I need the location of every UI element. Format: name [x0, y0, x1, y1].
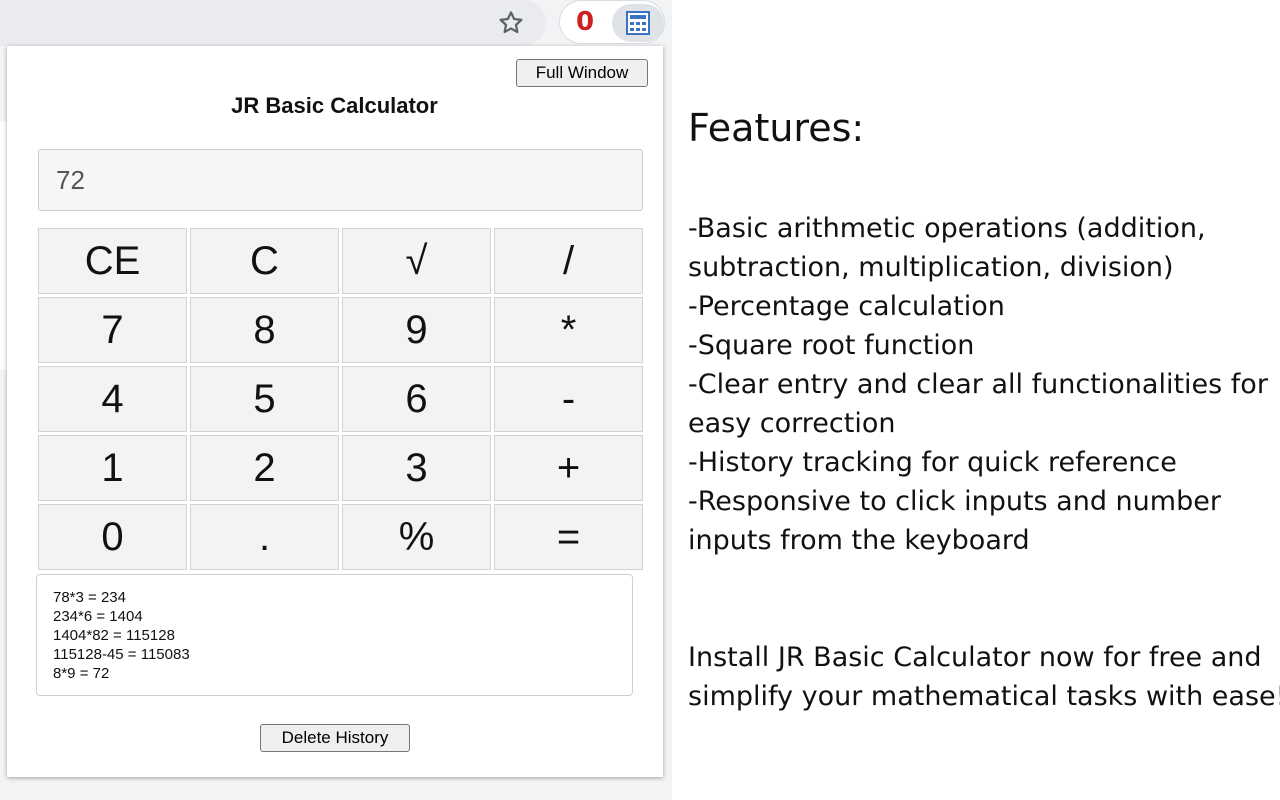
digit-4-button[interactable]: 4 [38, 366, 187, 432]
calculator-extension-button[interactable] [612, 4, 664, 42]
feature-line: -History tracking for quick reference [688, 447, 1177, 478]
divide-button[interactable]: / [494, 228, 643, 294]
digit-8-button[interactable]: 8 [190, 297, 339, 363]
multiply-button[interactable]: * [494, 297, 643, 363]
delete-history-button[interactable]: Delete History [260, 724, 410, 752]
add-button[interactable]: + [494, 435, 643, 501]
history-entry: 78*3 = 234 [53, 589, 126, 606]
calculator-display: 72 [38, 149, 643, 211]
feature-line: inputs from the keyboard [688, 525, 1030, 556]
digit-9-button[interactable]: 9 [342, 297, 491, 363]
star-outline-icon[interactable] [496, 8, 526, 38]
square-root-button[interactable]: √ [342, 228, 491, 294]
feature-line: subtraction, multiplication, division) [688, 252, 1174, 283]
subtract-button[interactable]: - [494, 366, 643, 432]
calculator-title: JR Basic Calculator [231, 93, 438, 118]
address-bar[interactable] [0, 0, 546, 46]
features-heading: Features: [688, 106, 865, 150]
feature-line: -Square root function [688, 330, 975, 361]
digit-2-button[interactable]: 2 [190, 435, 339, 501]
keypad: CE C √ / 7 8 9 * 4 5 6 - 1 2 3 + 0 . % = [38, 228, 643, 573]
digit-1-button[interactable]: 1 [38, 435, 187, 501]
clear-entry-button[interactable]: CE [38, 228, 187, 294]
history-entry: 8*9 = 72 [53, 665, 110, 682]
equals-button[interactable]: = [494, 504, 643, 570]
digit-7-button[interactable]: 7 [38, 297, 187, 363]
feature-list: -Basic arithmetic operations (addition, … [688, 209, 1273, 560]
feature-line: -Basic arithmetic operations (addition, [688, 213, 1206, 244]
feature-line: -Responsive to click inputs and number [688, 486, 1221, 517]
calculator-icon [626, 11, 650, 35]
feature-line: -Clear entry and clear all functionaliti… [688, 369, 1268, 400]
history-entry: 115128-45 = 115083 [53, 646, 190, 663]
feature-line: easy correction [688, 408, 896, 439]
clear-button[interactable]: C [190, 228, 339, 294]
install-line: Install JR Basic Calculator now for free… [688, 642, 1262, 673]
digit-0-button[interactable]: 0 [38, 504, 187, 570]
decimal-point-button[interactable]: . [190, 504, 339, 570]
full-window-button[interactable]: Full Window [516, 59, 648, 87]
calculator-popup: Full Window JR Basic Calculator 72 CE C … [7, 46, 663, 777]
feature-line: -Percentage calculation [688, 291, 1005, 322]
digit-3-button[interactable]: 3 [342, 435, 491, 501]
history-entry: 1404*82 = 115128 [53, 627, 175, 644]
extension-badge-icon[interactable]: 0 [576, 9, 594, 35]
install-line: simplify your mathematical tasks with ea… [688, 681, 1280, 712]
percent-button[interactable]: % [342, 504, 491, 570]
digit-6-button[interactable]: 6 [342, 366, 491, 432]
history-entry: 234*6 = 1404 [53, 608, 143, 625]
digit-5-button[interactable]: 5 [190, 366, 339, 432]
history-panel[interactable]: 78*3 = 234 234*6 = 1404 1404*82 = 115128… [36, 574, 633, 696]
install-call-to-action: Install JR Basic Calculator now for free… [688, 638, 1280, 716]
